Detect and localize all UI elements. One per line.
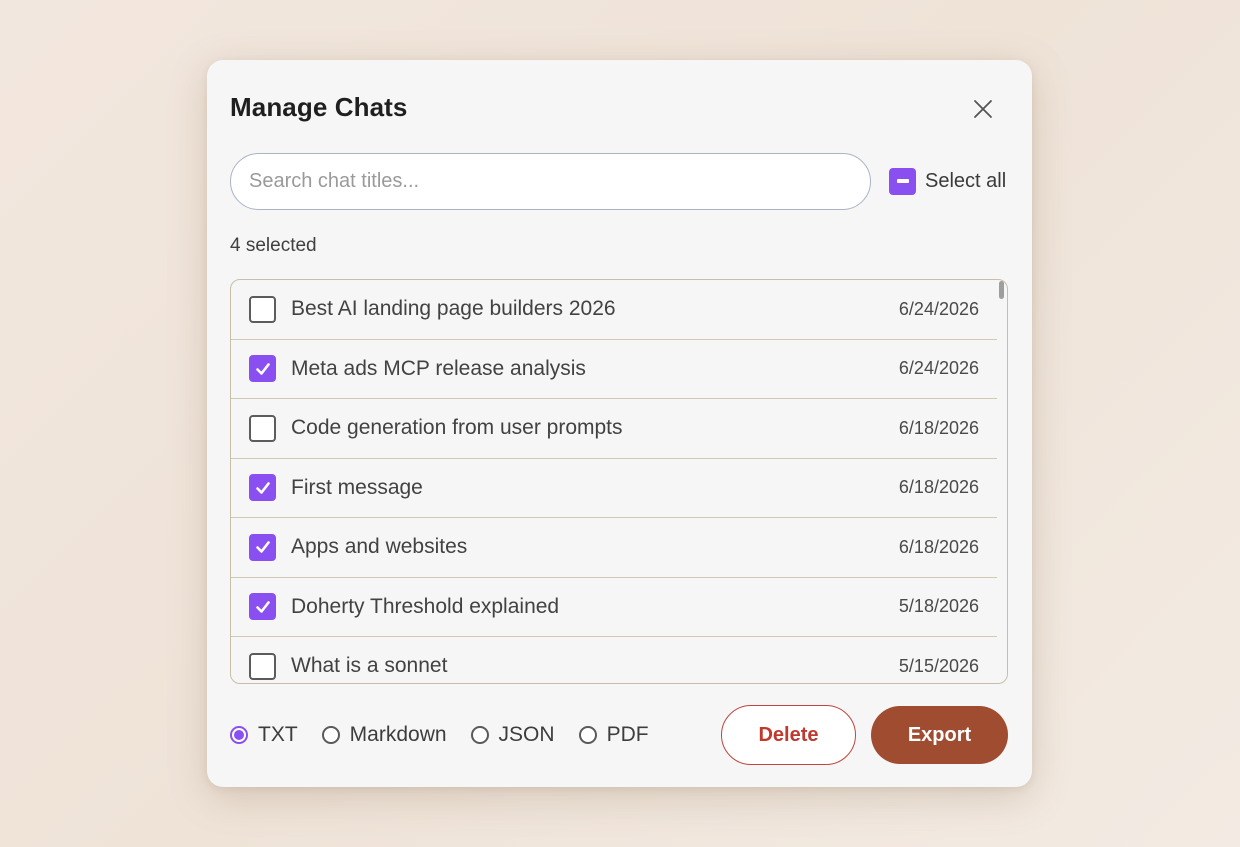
- chat-title: Doherty Threshold explained: [291, 594, 560, 618]
- chat-row[interactable]: Apps and websites 6/18/2026: [231, 518, 997, 578]
- chat-title: Code generation from user prompts: [291, 416, 623, 440]
- dialog-title: Manage Chats: [230, 92, 408, 122]
- select-all-checkbox[interactable]: [889, 167, 916, 195]
- check-icon: [255, 481, 270, 494]
- check-icon: [255, 541, 270, 554]
- chat-checkbox[interactable]: [249, 474, 276, 502]
- check-icon: [255, 600, 270, 613]
- radio-button[interactable]: [321, 726, 340, 744]
- chat-date: 6/18/2026: [898, 477, 979, 498]
- chat-title: Best AI landing page builders 2026: [291, 297, 616, 321]
- format-label: TXT: [258, 723, 298, 746]
- close-icon: [974, 100, 992, 118]
- format-label: Markdown: [349, 723, 447, 746]
- chat-checkbox[interactable]: [249, 533, 276, 561]
- minus-icon: [896, 179, 909, 183]
- chat-title: What is a sonnet: [291, 654, 448, 678]
- delete-button[interactable]: Delete: [721, 705, 856, 765]
- chat-date: 6/24/2026: [898, 298, 979, 319]
- chat-row[interactable]: First message 6/18/2026: [231, 459, 997, 518]
- select-all-toggle[interactable]: Select all: [889, 167, 1006, 195]
- chat-row[interactable]: Code generation from user prompts 6/18/20…: [231, 399, 997, 459]
- chat-date: 5/15/2026: [898, 655, 979, 676]
- chat-checkbox[interactable]: [249, 414, 276, 442]
- chat-date: 6/18/2026: [898, 536, 979, 557]
- chat-title: First message: [291, 475, 423, 499]
- chat-row[interactable]: Meta ads MCP release analysis 6/24/2026: [231, 340, 997, 399]
- export-button[interactable]: Export: [871, 706, 1008, 764]
- chat-date: 5/18/2026: [898, 596, 979, 617]
- format-option-json[interactable]: JSON: [470, 723, 555, 747]
- check-icon: [255, 362, 270, 375]
- search-input[interactable]: [230, 153, 871, 210]
- chat-checkbox[interactable]: [249, 355, 276, 383]
- radio-button[interactable]: [470, 726, 489, 744]
- radio-button[interactable]: [230, 726, 248, 744]
- chat-row[interactable]: Best AI landing page builders 2026 6/24/2…: [231, 280, 997, 340]
- scrollbar-thumb[interactable]: [999, 281, 1004, 299]
- chat-title: Meta ads MCP release analysis: [291, 356, 586, 380]
- chat-date: 6/24/2026: [898, 358, 979, 379]
- chat-checkbox[interactable]: [249, 295, 276, 323]
- select-all-label: Select all: [925, 169, 1007, 192]
- selected-count: 4 selected: [230, 235, 317, 256]
- chat-checkbox[interactable]: [249, 593, 276, 621]
- chat-list[interactable]: Best AI landing page builders 2026 6/24/2…: [230, 279, 1008, 684]
- radio-button[interactable]: [578, 726, 597, 744]
- chat-checkbox[interactable]: [249, 652, 276, 680]
- chat-row[interactable]: What is a sonnet 5/15/2026: [231, 637, 997, 683]
- close-button[interactable]: [967, 93, 999, 125]
- format-label: PDF: [606, 723, 649, 746]
- chat-date: 6/18/2026: [898, 417, 979, 438]
- format-option-pdf[interactable]: PDF: [578, 723, 649, 747]
- export-format-group: TXT Markdown JSON PDF: [230, 723, 673, 747]
- manage-chats-dialog: Manage Chats Select all 4 selected Best …: [207, 60, 1032, 787]
- format-option-markdown[interactable]: Markdown: [321, 723, 447, 747]
- format-option-txt[interactable]: TXT: [230, 723, 298, 747]
- format-label: JSON: [498, 723, 555, 746]
- chat-title: Apps and websites: [291, 535, 468, 559]
- chat-row[interactable]: Doherty Threshold explained 5/18/2026: [231, 578, 997, 637]
